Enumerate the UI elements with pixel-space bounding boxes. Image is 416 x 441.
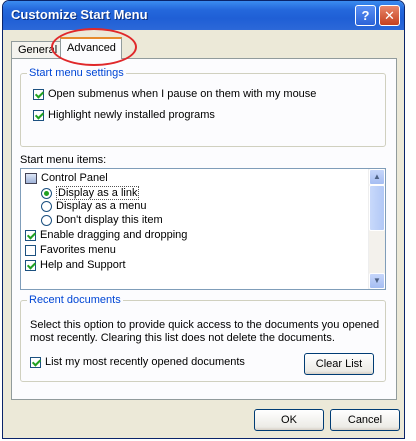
list-item[interactable]: Display as a link: [41, 186, 140, 200]
annotation-circle: [51, 28, 137, 66]
control-panel-icon: [25, 172, 37, 184]
recent-documents-group: Recent documents Select this option to p…: [20, 294, 386, 382]
enable-drag-drop-checkbox[interactable]: [25, 229, 36, 241]
recent-documents-title: Recent documents: [27, 294, 123, 306]
recent-documents-description: Select this option to provide quick acce…: [30, 319, 380, 344]
display-as-menu-label: Display as a menu: [56, 200, 147, 212]
highlight-programs-option[interactable]: Highlight newly installed programs: [33, 109, 215, 121]
scroll-down-arrow-icon[interactable]: ▼: [369, 273, 385, 289]
list-item[interactable]: Display as a menu: [41, 200, 147, 212]
open-submenus-label: Open submenus when I pause on them with …: [48, 88, 317, 100]
favorites-menu-label: Favorites menu: [40, 244, 116, 256]
start-menu-items-label: Start menu items:: [20, 154, 107, 166]
help-button[interactable]: ?: [355, 5, 376, 26]
start-menu-settings-title: Start menu settings: [27, 67, 126, 79]
list-item: Control Panel: [25, 172, 108, 184]
list-item[interactable]: Favorites menu: [25, 244, 116, 256]
ok-button[interactable]: OK: [254, 409, 324, 431]
list-recent-checkbox[interactable]: [30, 356, 41, 368]
start-menu-items-list[interactable]: Control Panel Display as a link Display …: [20, 168, 386, 290]
list-item[interactable]: Enable dragging and dropping: [25, 229, 187, 241]
scroll-up-arrow-icon[interactable]: ▲: [369, 169, 385, 185]
close-button[interactable]: ✕: [379, 5, 400, 26]
display-as-link-label: Display as a link: [56, 186, 140, 200]
title-bar[interactable]: Customize Start Menu ? ✕: [3, 1, 404, 30]
highlight-programs-checkbox[interactable]: [33, 109, 44, 121]
favorites-menu-checkbox[interactable]: [25, 244, 36, 256]
list-scrollbar[interactable]: ▲ ▼: [368, 169, 385, 289]
display-as-link-radio[interactable]: [41, 187, 52, 199]
open-submenus-option[interactable]: Open submenus when I pause on them with …: [33, 88, 316, 100]
dont-display-label: Don't display this item: [56, 214, 163, 226]
list-item[interactable]: Don't display this item: [41, 214, 163, 226]
cancel-button[interactable]: Cancel: [330, 409, 400, 431]
highlight-programs-label: Highlight newly installed programs: [48, 109, 215, 121]
help-support-checkbox[interactable]: [25, 259, 36, 271]
clear-list-button[interactable]: Clear List: [304, 353, 374, 375]
window-title: Customize Start Menu: [11, 7, 148, 22]
start-menu-settings-group: Start menu settings Open submenus when I…: [20, 67, 386, 147]
control-panel-label: Control Panel: [41, 172, 108, 184]
customize-start-menu-dialog: Customize Start Menu ? ✕ General Advance…: [2, 0, 405, 439]
scroll-thumb[interactable]: [369, 185, 385, 231]
help-support-label: Help and Support: [40, 259, 126, 271]
enable-drag-drop-label: Enable dragging and dropping: [40, 229, 188, 241]
list-item[interactable]: Help and Support: [25, 259, 126, 271]
open-submenus-checkbox[interactable]: [33, 88, 44, 100]
dont-display-radio[interactable]: [41, 214, 52, 226]
list-recent-label: List my most recently opened documents: [45, 356, 245, 368]
list-recent-option[interactable]: List my most recently opened documents: [30, 356, 245, 368]
advanced-tab-page: Start menu settings Open submenus when I…: [11, 58, 397, 400]
display-as-menu-radio[interactable]: [41, 200, 52, 212]
